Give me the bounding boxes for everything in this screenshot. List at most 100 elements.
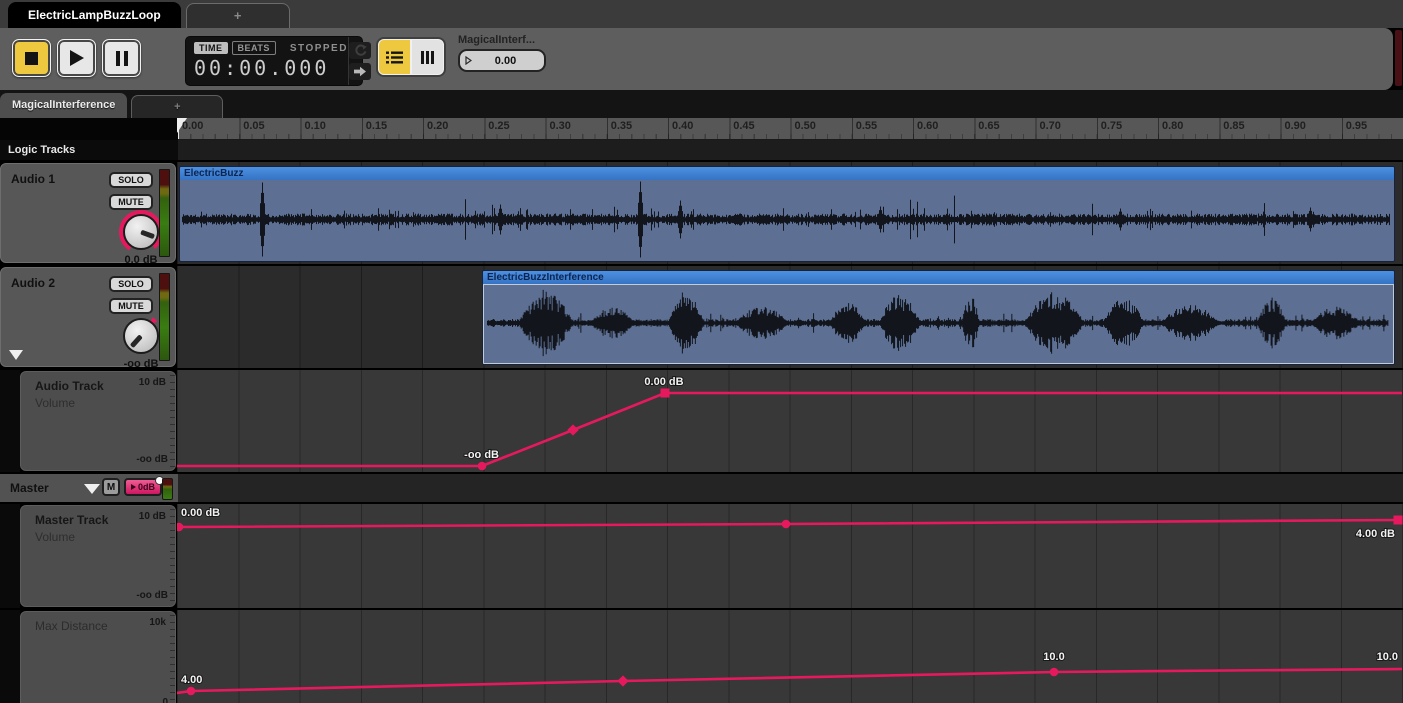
ruler-tick-label: 0.30: [550, 120, 571, 132]
lane-header-max-distance[interactable]: Max Distance 10k 0: [20, 611, 176, 703]
lane-title: Audio Track: [35, 379, 104, 393]
svg-text:0.00 dB: 0.00 dB: [644, 376, 683, 388]
lane-gutter: [0, 370, 20, 472]
mute-button[interactable]: MUTE: [109, 194, 153, 210]
ruler-tick-label: 0.60: [917, 120, 938, 132]
track-row-audio2: Audio 2 SOLO MUTE -oo dB ElectricBuzzInt…: [0, 264, 1403, 368]
clip-title: ElectricBuzz: [180, 167, 1394, 180]
mute-button[interactable]: M: [102, 478, 120, 496]
track-row-audio1: Audio 1 SOLO MUTE 0.0 dB ElectricBuzz: [0, 160, 1403, 264]
collapse-automation-chevron[interactable]: [84, 484, 100, 494]
master-track-lane[interactable]: [178, 474, 1403, 502]
logic-tracks-label: Logic Tracks: [0, 140, 178, 160]
svg-text:4.00: 4.00: [181, 674, 202, 686]
transport-controls: [12, 39, 141, 77]
list-view-icon: [385, 50, 404, 65]
view-switcher: [378, 39, 444, 75]
ruler-tick-label: 0.50: [795, 120, 816, 132]
volume-knob[interactable]: [119, 210, 163, 254]
ruler-tick-label: 0.20: [427, 120, 448, 132]
pause-button[interactable]: [102, 39, 141, 77]
svg-text:-oo dB: -oo dB: [464, 449, 499, 461]
window-edge-strip: [1395, 30, 1402, 86]
svg-text:10.0: 10.0: [1377, 651, 1398, 663]
knob-icon: [123, 214, 159, 250]
master-track-header[interactable]: Master M 0dB: [0, 474, 178, 502]
lane-gutter: [0, 504, 20, 608]
play-button[interactable]: [57, 39, 96, 77]
knob-icon: [123, 318, 159, 354]
automation-lane-master-volume: Master Track Volume 10 dB -oo dB 0.00 dB…: [0, 502, 1403, 608]
tab-project[interactable]: ElectricLampBuzzLoop: [8, 2, 181, 28]
ruler-tick-label: 0.70: [1040, 120, 1061, 132]
lanes-view-button[interactable]: [411, 39, 444, 75]
daw-event-editor-window: ElectricLampBuzzLoop + TIME BEATS STOPPE…: [0, 0, 1403, 703]
scale-ticks: [170, 509, 175, 603]
track-name: Audio 2: [11, 276, 55, 290]
event-parameter: MagicalInterf... 0.00: [458, 34, 546, 72]
ruler-spacer: [0, 118, 178, 140]
ruler-tick-label: 0.35: [611, 120, 632, 132]
parameter-value-box[interactable]: 0.00: [458, 49, 546, 72]
ruler-tick-label: 0.95: [1346, 120, 1367, 132]
track-name: Audio 1: [11, 172, 55, 186]
solo-button[interactable]: SOLO: [109, 172, 153, 188]
solo-button[interactable]: SOLO: [109, 276, 153, 292]
collapse-automation-chevron[interactable]: [9, 350, 23, 360]
ruler-tick-label: 0.45: [733, 120, 754, 132]
ruler-tick-label: 0.10: [305, 120, 326, 132]
timeline-ruler[interactable]: 0.000.050.100.150.200.250.300.350.400.45…: [178, 118, 1403, 140]
svg-text:0.00 dB: 0.00 dB: [181, 507, 220, 519]
track-header-audio2[interactable]: Audio 2 SOLO MUTE -oo dB: [0, 267, 176, 367]
level-meter: [162, 478, 173, 500]
scale-max-label: 10 dB: [139, 511, 166, 522]
automation-lane-audio-volume: Audio Track Volume 10 dB -oo dB -oo dB 0.…: [0, 368, 1403, 472]
loop-toggle-button[interactable]: [349, 42, 371, 59]
volume-knob[interactable]: [119, 314, 163, 358]
master-fader-badge[interactable]: 0dB: [124, 478, 162, 496]
add-project-tab-button[interactable]: +: [186, 3, 290, 28]
event-tab-bar: MagicalInterference +: [0, 90, 1403, 118]
tab-event[interactable]: MagicalInterference: [0, 93, 127, 118]
pause-icon: [116, 51, 128, 66]
master-track-row: Master M 0dB: [0, 472, 1403, 502]
track-header-audio1[interactable]: Audio 1 SOLO MUTE 0.0 dB: [0, 163, 176, 263]
lane-header-audio-volume[interactable]: Audio Track Volume 10 dB -oo dB: [20, 371, 176, 471]
beats-mode-button[interactable]: BEATS: [232, 41, 276, 55]
automation-curve-audio-volume[interactable]: -oo dB 0.00 dB: [177, 370, 1403, 472]
follow-cursor-button[interactable]: [349, 63, 371, 80]
loop-icon: [353, 44, 367, 56]
lane-subtitle: Volume: [35, 530, 75, 544]
scale-max-label: 10k: [149, 617, 166, 628]
mute-button[interactable]: MUTE: [109, 298, 153, 314]
arrow-right-icon: [353, 66, 367, 77]
tracks-view-button[interactable]: [378, 39, 411, 75]
timeline-ruler-row: 0.000.050.100.150.200.250.300.350.400.45…: [0, 118, 1403, 140]
ruler-tick-label: 0.90: [1285, 120, 1306, 132]
clip-waveform: [180, 180, 1394, 261]
automation-curve-master-volume[interactable]: 0.00 dB 4.00 dB: [177, 504, 1403, 608]
svg-text:4.00 dB: 4.00 dB: [1356, 528, 1395, 540]
scale-ticks: [170, 375, 175, 467]
automation-curve-max-distance[interactable]: 4.0010.010.0: [177, 610, 1403, 703]
add-event-tab-button[interactable]: +: [131, 95, 223, 118]
track-lane-audio1[interactable]: ElectricBuzz: [177, 162, 1403, 264]
stop-icon: [25, 52, 38, 65]
grid-view-icon: [419, 50, 436, 65]
ruler-tick-label: 0.00: [182, 120, 203, 132]
audio-clip-electricbuzzinterference[interactable]: ElectricBuzzInterference: [482, 270, 1395, 365]
lane-subtitle: Volume: [35, 396, 75, 410]
track-lane-audio2[interactable]: ElectricBuzzInterference: [177, 266, 1403, 368]
time-mode-button[interactable]: TIME: [194, 42, 228, 54]
transport-toolbar: TIME BEATS STOPPED 00:00.000: [0, 28, 1393, 90]
lane-header-master-volume[interactable]: Master Track Volume 10 dB -oo dB: [20, 505, 176, 607]
stop-button[interactable]: [12, 39, 51, 77]
ruler-tick-label: 0.25: [488, 120, 509, 132]
scale-ticks: [170, 615, 175, 703]
lane-title: Master Track: [35, 513, 108, 527]
project-tab-bar: ElectricLampBuzzLoop +: [0, 0, 1403, 28]
clip-waveform: [483, 284, 1394, 364]
logic-tracks-band: Logic Tracks: [0, 140, 1403, 160]
clip-title: ElectricBuzzInterference: [483, 271, 1394, 284]
audio-clip-electricbuzz[interactable]: ElectricBuzz: [179, 166, 1395, 262]
